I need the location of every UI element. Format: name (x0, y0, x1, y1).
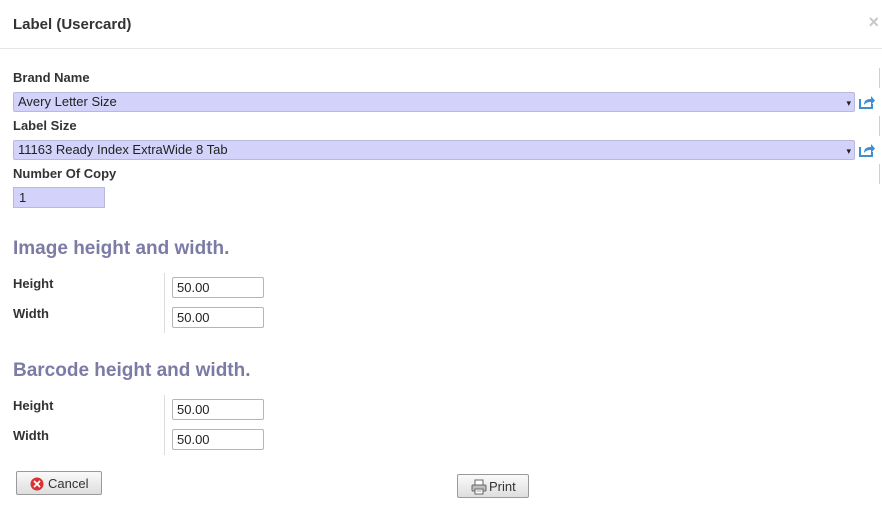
print-button[interactable]: Print (457, 474, 529, 498)
barcode-width-input[interactable]: 50.00 (172, 429, 264, 450)
brand-name-label: Brand Name (13, 70, 90, 85)
cancel-button[interactable]: Cancel (16, 471, 102, 495)
external-link-icon[interactable] (858, 94, 876, 110)
copies-input[interactable]: 1 (13, 187, 105, 208)
copies-label: Number Of Copy (13, 166, 117, 181)
dialog-header: Label (Usercard) × (0, 0, 882, 49)
divider (164, 395, 165, 455)
image-section-heading: Image height and width. (13, 238, 230, 259)
brand-name-value: Avery Letter Size (18, 94, 117, 109)
label-size-select[interactable]: 11163 Ready Index ExtraWide 8 Tab ▾ (13, 140, 855, 160)
printer-icon (471, 479, 487, 495)
divider (879, 164, 880, 184)
cancel-circle-icon (30, 477, 44, 491)
divider (879, 116, 880, 136)
image-height-label: Height (13, 276, 54, 291)
divider (879, 68, 880, 88)
brand-name-select[interactable]: Avery Letter Size ▾ (13, 92, 855, 112)
barcode-height-label: Height (13, 398, 54, 413)
dialog-title: Label (Usercard) (13, 16, 132, 33)
barcode-section-heading: Barcode height and width. (13, 360, 251, 381)
cancel-button-label: Cancel (48, 476, 89, 491)
barcode-height-input[interactable]: 50.00 (172, 399, 264, 420)
image-width-input[interactable]: 50.00 (172, 307, 264, 328)
image-height-input[interactable]: 50.00 (172, 277, 264, 298)
divider (164, 273, 165, 333)
image-width-label: Width (13, 306, 49, 321)
close-icon[interactable]: × (868, 12, 879, 33)
barcode-width-label: Width (13, 428, 49, 443)
label-size-label: Label Size (13, 118, 77, 133)
chevron-down-icon: ▾ (846, 98, 851, 108)
external-link-icon[interactable] (858, 142, 876, 158)
label-size-value: 11163 Ready Index ExtraWide 8 Tab (18, 142, 228, 157)
chevron-down-icon: ▾ (846, 146, 851, 156)
print-button-label: Print (489, 479, 516, 494)
